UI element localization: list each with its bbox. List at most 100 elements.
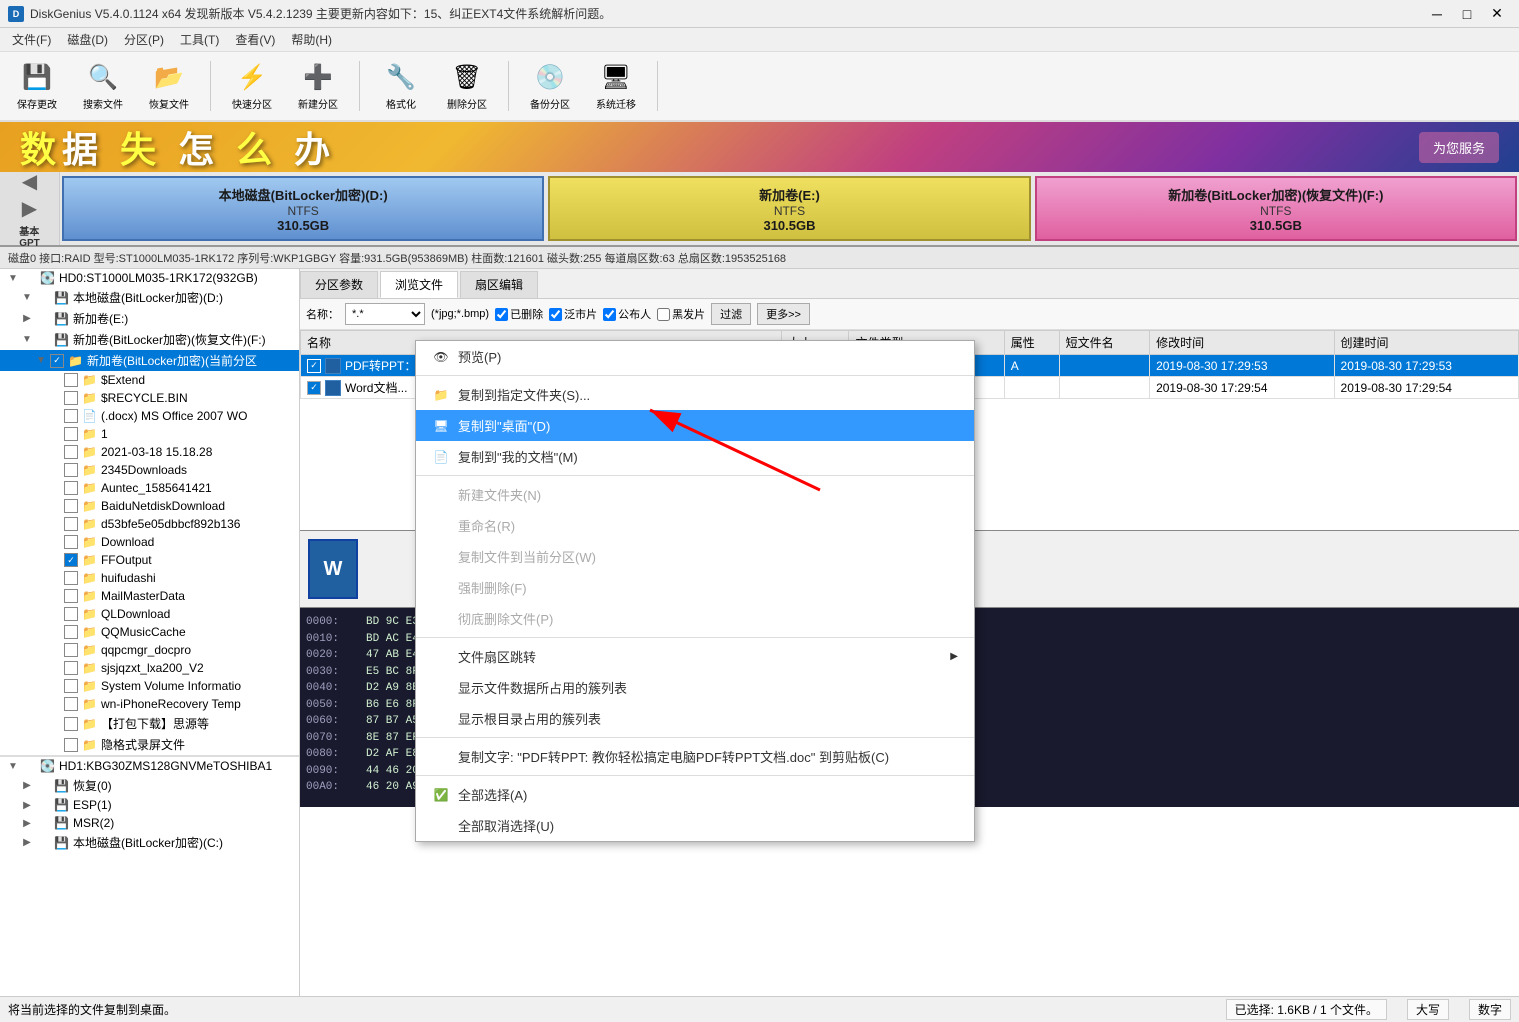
toolbar-btn-备份分区[interactable]: 💿备份分区 bbox=[521, 57, 579, 115]
tree-checkbox-folder_qqp[interactable] bbox=[64, 643, 78, 657]
tab-分区参数[interactable]: 分区参数 bbox=[300, 271, 378, 298]
tree-expand-f_drive[interactable]: ▼ bbox=[20, 334, 34, 345]
ctx-item-4[interactable]: 📄复制到"我的文档"(M) bbox=[416, 441, 974, 472]
tree-item-recycle[interactable]: 📁$RECYCLE.BIN bbox=[0, 389, 299, 407]
tree-item-folder_wn[interactable]: 📁wn-iPhoneRecovery Temp bbox=[0, 695, 299, 713]
tree-item-folder_qq[interactable]: 📁QQMusicCache bbox=[0, 623, 299, 641]
tree-checkbox-docx[interactable] bbox=[64, 409, 78, 423]
toolbar-btn-删除分区[interactable]: 🗑删除分区 bbox=[438, 57, 496, 115]
filter-cb4[interactable]: 黑发片 bbox=[657, 306, 705, 322]
tree-checkbox-folder_d53[interactable] bbox=[64, 517, 78, 531]
tree-item-docx[interactable]: 📄(.docx) MS Office 2007 WO bbox=[0, 407, 299, 425]
ctx-item-3[interactable]: 🖥复制到"桌面"(D) bbox=[416, 410, 974, 441]
tree-item-folder_huifu[interactable]: 📁huifudashi bbox=[0, 569, 299, 587]
nav-next[interactable]: ▶ bbox=[22, 196, 37, 221]
toolbar-btn-恢复文件[interactable]: 📂恢复文件 bbox=[140, 57, 198, 115]
tree-item-hd0[interactable]: ▼💽HD0:ST1000LM035-1RK172(932GB) bbox=[0, 269, 299, 287]
tree-checkbox-folder_2345[interactable] bbox=[64, 463, 78, 477]
tree-item-folder_qqp[interactable]: 📁qqpcmgr_docpro bbox=[0, 641, 299, 659]
tree-item-folder_mail[interactable]: 📁MailMasterData bbox=[0, 587, 299, 605]
tree-expand-msr[interactable]: ▶ bbox=[20, 818, 34, 829]
tree-item-esp[interactable]: ▶💾ESP(1) bbox=[0, 796, 299, 814]
minimize-button[interactable]: ─ bbox=[1423, 4, 1451, 24]
toolbar-btn-系统迁移[interactable]: 🖥系统迁移 bbox=[587, 57, 645, 115]
tree-expand-d_drive[interactable]: ▼ bbox=[20, 292, 34, 303]
tree-checkbox-folder_baidu[interactable] bbox=[64, 499, 78, 513]
tree-checkbox-folder_sys[interactable] bbox=[64, 679, 78, 693]
tree-item-folder_ffoutput[interactable]: ✓📁FFOutput bbox=[0, 551, 299, 569]
menu-item-工具T[interactable]: 工具(T) bbox=[172, 29, 227, 50]
tree-checkbox-folder_2021[interactable] bbox=[64, 445, 78, 459]
tree-item-hd1[interactable]: ▼💽HD1:KBG30ZMS128GNVMeTOSHIBA1 bbox=[0, 757, 299, 775]
tree-checkbox-folder_auntec[interactable] bbox=[64, 481, 78, 495]
tab-浏览文件[interactable]: 浏览文件 bbox=[380, 271, 458, 298]
tree-item-d_drive[interactable]: ▼💾本地磁盘(BitLocker加密)(D:) bbox=[0, 287, 299, 308]
partition-d[interactable]: 本地磁盘(BitLocker加密)(D:) NTFS 310.5GB bbox=[62, 176, 544, 241]
tree-item-extend[interactable]: 📁$Extend bbox=[0, 371, 299, 389]
tree-item-folder_sys[interactable]: 📁System Volume Informatio bbox=[0, 677, 299, 695]
tree-item-folder_download[interactable]: 📁Download bbox=[0, 533, 299, 551]
nav-prev[interactable]: ◀ bbox=[22, 169, 37, 194]
tree-item-folder_hidden[interactable]: 📁隐格式录屏文件 bbox=[0, 734, 299, 755]
ctx-item-18[interactable]: ✅全部选择(A) bbox=[416, 779, 974, 810]
tree-item-c_drive[interactable]: ▶💾本地磁盘(BitLocker加密)(C:) bbox=[0, 832, 299, 853]
tree-item-folder_auntec[interactable]: 📁Auntec_1585641421 bbox=[0, 479, 299, 497]
tree-item-folder_2021[interactable]: 📁2021-03-18 15.18.28 bbox=[0, 443, 299, 461]
tree-item-e_drive[interactable]: ▶💾新加卷(E:) bbox=[0, 308, 299, 329]
tree-checkbox-folder_huifu[interactable] bbox=[64, 571, 78, 585]
tree-expand-hd1[interactable]: ▼ bbox=[6, 761, 20, 772]
tree-checkbox-folder_hidden[interactable] bbox=[64, 738, 78, 752]
tree-item-folder_d53[interactable]: 📁d53bfe5e05dbbcf892b136 bbox=[0, 515, 299, 533]
ctx-item-2[interactable]: 📁复制到指定文件夹(S)... bbox=[416, 379, 974, 410]
toolbar-btn-保存更改[interactable]: 💾保存更改 bbox=[8, 57, 66, 115]
tree-item-f_drive[interactable]: ▼💾新加卷(BitLocker加密)(恢复文件)(F:) bbox=[0, 329, 299, 350]
more-button[interactable]: 更多>> bbox=[757, 303, 810, 325]
tree-checkbox-folder_download[interactable] bbox=[64, 535, 78, 549]
tree-item-folder_ql[interactable]: 📁QLDownload bbox=[0, 605, 299, 623]
tree-checkbox-recycle[interactable] bbox=[64, 391, 78, 405]
tree-item-folder_pack[interactable]: 📁【打包下载】思源等 bbox=[0, 713, 299, 734]
tree-checkbox-folder_ffoutput[interactable]: ✓ bbox=[64, 553, 78, 567]
tree-checkbox-folder_qq[interactable] bbox=[64, 625, 78, 639]
menu-item-文件F[interactable]: 文件(F) bbox=[4, 29, 59, 50]
tree-checkbox-folder_ql[interactable] bbox=[64, 607, 78, 621]
tree-expand-f_current[interactable]: ▼ bbox=[34, 355, 48, 366]
maximize-button[interactable]: □ bbox=[1453, 4, 1481, 24]
ctx-item-13[interactable]: 显示文件数据所占用的簇列表 bbox=[416, 672, 974, 703]
tree-checkbox-folder_1[interactable] bbox=[64, 427, 78, 441]
close-button[interactable]: ✕ bbox=[1483, 4, 1511, 24]
menu-item-查看V[interactable]: 查看(V) bbox=[227, 29, 283, 50]
tree-checkbox-folder_sjs[interactable] bbox=[64, 661, 78, 675]
tree-item-recovery[interactable]: ▶💾恢复(0) bbox=[0, 775, 299, 796]
menu-item-磁盘D[interactable]: 磁盘(D) bbox=[59, 29, 116, 50]
toolbar-btn-搜索文件[interactable]: 🔍搜索文件 bbox=[74, 57, 132, 115]
tree-expand-c_drive[interactable]: ▶ bbox=[20, 837, 34, 848]
tree-expand-esp[interactable]: ▶ bbox=[20, 800, 34, 811]
tree-item-folder_baidu[interactable]: 📁BaiduNetdiskDownload bbox=[0, 497, 299, 515]
tree-item-folder_1[interactable]: 📁1 bbox=[0, 425, 299, 443]
filter-button[interactable]: 过滤 bbox=[711, 303, 751, 325]
tree-item-folder_sjs[interactable]: 📁sjsjqzxt_lxa200_V2 bbox=[0, 659, 299, 677]
ctx-item-0[interactable]: 👁预览(P) bbox=[416, 341, 974, 372]
menu-item-分区P[interactable]: 分区(P) bbox=[116, 29, 172, 50]
toolbar-btn-快速分区[interactable]: ⚡快速分区 bbox=[223, 57, 281, 115]
partition-e[interactable]: 新加卷(E:) NTFS 310.5GB bbox=[548, 176, 1030, 241]
tree-item-f_current[interactable]: ▼✓📁新加卷(BitLocker加密)(当前分区 bbox=[0, 350, 299, 371]
filter-cb3[interactable]: 公布人 bbox=[603, 306, 651, 322]
tree-expand-hd0[interactable]: ▼ bbox=[6, 273, 20, 284]
deleted-filter-checkbox[interactable]: 已删除 bbox=[495, 306, 543, 322]
tree-checkbox-folder_pack[interactable] bbox=[64, 717, 78, 731]
tree-checkbox-f_current[interactable]: ✓ bbox=[50, 354, 64, 368]
ctx-item-19[interactable]: 全部取消选择(U) bbox=[416, 810, 974, 841]
toolbar-btn-新建分区[interactable]: ➕新建分区 bbox=[289, 57, 347, 115]
tree-checkbox-extend[interactable] bbox=[64, 373, 78, 387]
ctx-item-16[interactable]: 复制文字: "PDF转PPT: 教你轻松搞定电脑PDF转PPT文档.doc" 到… bbox=[416, 741, 974, 772]
tree-checkbox-folder_wn[interactable] bbox=[64, 697, 78, 711]
toolbar-btn-格式化[interactable]: 🔧格式化 bbox=[372, 57, 430, 115]
name-filter-select[interactable]: *.* bbox=[345, 303, 425, 325]
tree-item-msr[interactable]: ▶💾MSR(2) bbox=[0, 814, 299, 832]
tree-expand-recovery[interactable]: ▶ bbox=[20, 780, 34, 791]
ctx-item-14[interactable]: 显示根目录占用的簇列表 bbox=[416, 703, 974, 734]
tab-扇区编辑[interactable]: 扇区编辑 bbox=[460, 271, 538, 298]
ctx-item-12[interactable]: 文件扇区跳转▶ bbox=[416, 641, 974, 672]
